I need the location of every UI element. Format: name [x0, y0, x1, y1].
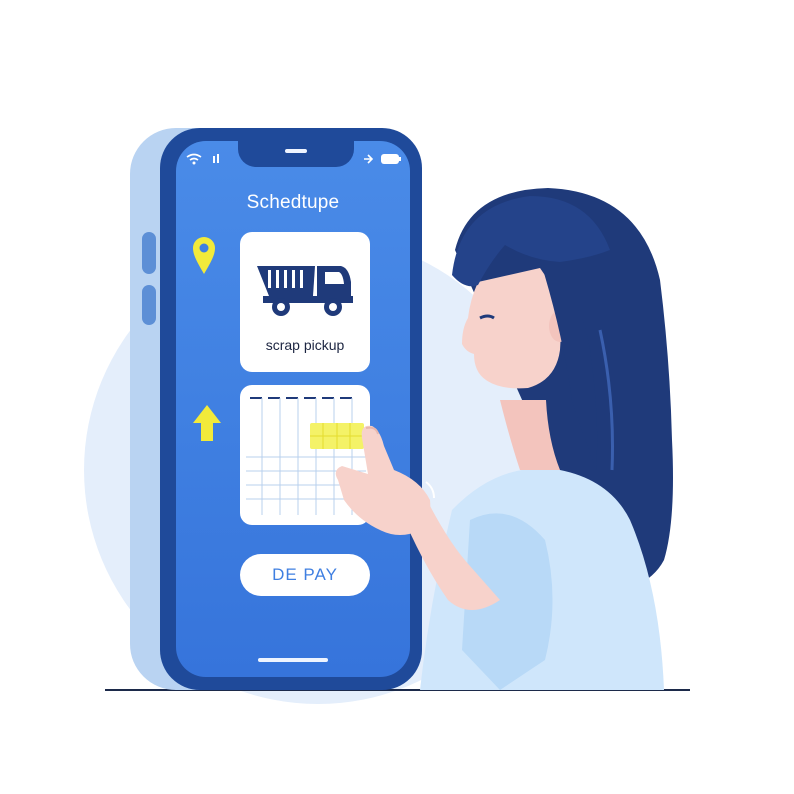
- wifi-icon: [186, 153, 202, 165]
- dump-truck-icon: [257, 266, 353, 316]
- battery-icon: [381, 154, 401, 164]
- illustration-scene: Schedtupe scrap pickup DE PAY: [0, 0, 794, 794]
- schedule-calendar[interactable]: [240, 385, 370, 525]
- signal-icon: [213, 154, 219, 163]
- home-indicator: [258, 658, 328, 662]
- pay-button[interactable]: DE PAY: [240, 554, 370, 596]
- volume-down-button[interactable]: [142, 285, 156, 325]
- calendar-grid: [246, 397, 366, 515]
- arrow-status-icon: [364, 154, 374, 164]
- volume-up-button[interactable]: [142, 232, 156, 274]
- phone-notch: [238, 141, 354, 167]
- phone-speaker: [285, 149, 307, 153]
- up-arrow-icon[interactable]: [191, 403, 223, 443]
- scrap-pickup-label: scrap pickup: [265, 337, 345, 353]
- app-title: Schedtupe: [246, 192, 340, 213]
- location-pin-icon[interactable]: [192, 236, 216, 276]
